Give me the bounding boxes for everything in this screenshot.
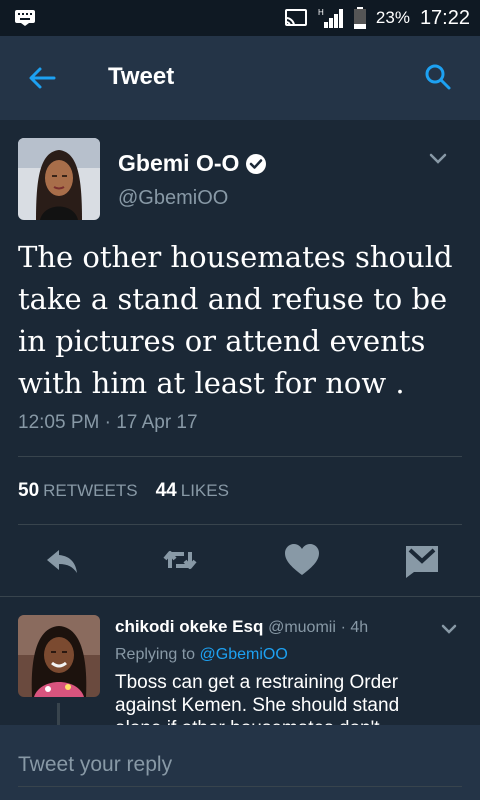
keyboard-icon xyxy=(15,10,35,26)
tweet-text: The other housemates should take a stand… xyxy=(18,240,453,400)
likes-label: LIKES xyxy=(180,481,229,500)
search-icon[interactable] xyxy=(424,63,452,91)
reply-time: · 4h xyxy=(340,619,369,636)
reply-author-avatar[interactable] xyxy=(18,615,100,697)
chevron-down-icon[interactable] xyxy=(428,152,448,166)
reply-text: Tboss can get a restraining Order agains… xyxy=(115,672,400,725)
battery-percentage: 23% xyxy=(375,8,410,27)
chevron-down-icon[interactable] xyxy=(440,623,458,635)
app-bar: Tweet xyxy=(0,36,480,120)
signal-icon: H xyxy=(318,8,343,28)
svg-text:H: H xyxy=(318,8,324,17)
back-arrow-icon[interactable] xyxy=(28,64,56,92)
retweets-count: 50 xyxy=(18,480,40,501)
tweet-timestamp: 12:05 PM · 17 Apr 17 xyxy=(18,412,198,433)
tweet-actions xyxy=(0,540,480,594)
replying-to-prefix: Replying to xyxy=(115,646,196,663)
reply-author-name[interactable]: chikodi okeke Esq xyxy=(115,617,263,636)
author-name-text[interactable]: Gbemi O-O xyxy=(118,150,239,177)
retweets-label: RETWEETS xyxy=(43,481,138,500)
reply-tweet[interactable]: chikodi okeke Esq @muomii · 4h Replying … xyxy=(0,597,480,725)
replying-to: Replying to @GbemiOO xyxy=(115,646,288,664)
divider xyxy=(18,456,462,457)
reply-composer xyxy=(0,725,480,800)
replying-to-link[interactable]: @GbemiOO xyxy=(200,646,288,663)
engagement-stats: 50 RETWEETS 44 LIKES xyxy=(18,480,229,502)
like-heart-icon[interactable] xyxy=(282,540,322,580)
cast-icon xyxy=(284,9,307,26)
page-title: Tweet xyxy=(108,63,175,90)
thread-line xyxy=(57,703,60,725)
clock: 17:22 xyxy=(419,6,470,29)
battery-icon xyxy=(353,7,366,29)
author-avatar[interactable] xyxy=(18,138,100,220)
likes-stat[interactable]: 44 LIKES xyxy=(156,480,229,502)
main-tweet: Gbemi O-O @GbemiOO The other housemates … xyxy=(0,120,480,596)
likes-count: 44 xyxy=(155,480,177,501)
retweet-icon[interactable] xyxy=(160,540,200,580)
reply-input[interactable] xyxy=(18,743,462,787)
retweets-stat[interactable]: 50 RETWEETS xyxy=(18,480,138,502)
verified-badge-icon xyxy=(246,153,267,174)
reply-icon[interactable] xyxy=(42,540,82,580)
status-bar: H 23% 17:22 xyxy=(0,0,480,36)
author-handle[interactable]: @GbemiOO xyxy=(118,187,228,210)
divider xyxy=(18,524,462,525)
reply-header: chikodi okeke Esq @muomii · 4h xyxy=(115,617,368,637)
direct-message-icon[interactable] xyxy=(402,540,442,580)
author-name[interactable]: Gbemi O-O xyxy=(118,150,267,177)
reply-author-handle[interactable]: @muomii xyxy=(268,619,336,636)
